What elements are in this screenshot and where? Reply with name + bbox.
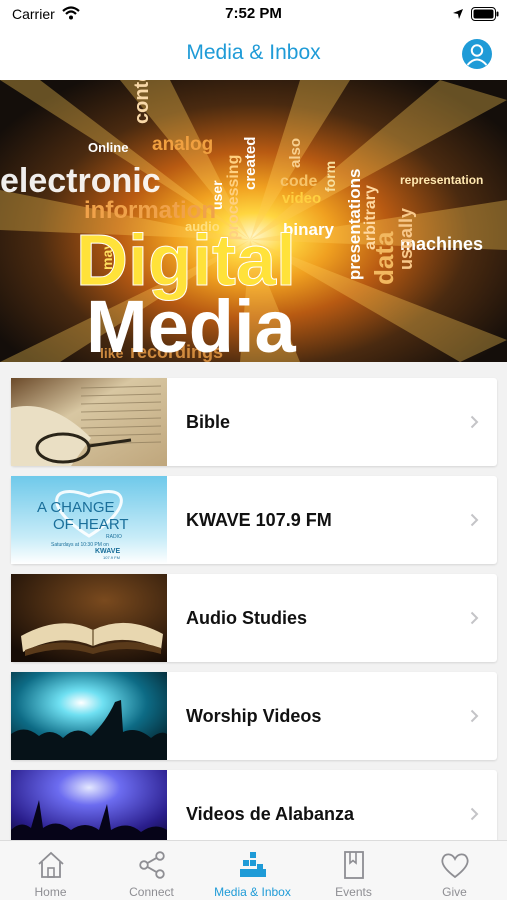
media-item-label: Videos de Alabanza: [186, 804, 355, 824]
audio-studies-thumbnail: [11, 574, 167, 662]
kwave-thumbnail: A CHANGE OF HEART RADIO Saturdays at 10:…: [11, 476, 167, 564]
thumb-text-kwave: KWAVE: [95, 548, 120, 555]
chevron-right-icon: [470, 709, 479, 728]
tab-home[interactable]: Home: [0, 841, 101, 900]
tab-events[interactable]: Events: [303, 841, 404, 900]
word-online: Online: [88, 140, 128, 155]
home-icon: [38, 851, 64, 878]
word-also: also: [287, 138, 304, 168]
word-form: form: [322, 161, 338, 192]
chevron-right-icon: [470, 415, 479, 434]
word-code: code: [280, 173, 317, 190]
tab-media-inbox[interactable]: Media & Inbox: [202, 841, 303, 900]
media-item-kwave[interactable]: A CHANGE OF HEART RADIO Saturdays at 10:…: [11, 476, 497, 564]
bookmark-book-icon: [344, 851, 364, 879]
word-usually: usually: [396, 208, 416, 270]
word-created: created: [242, 137, 259, 190]
media-item-label: KWAVE 107.9 FM: [186, 510, 332, 530]
media-item-label: Worship Videos: [186, 706, 322, 726]
tab-label: Connect: [129, 885, 174, 899]
media-item-audio-studies[interactable]: Audio Studies: [11, 574, 497, 662]
status-bar: Carrier 7:52 PM: [0, 0, 507, 30]
nav-header: Media & Inbox: [0, 30, 507, 80]
thumb-text-line1: A CHANGE: [37, 499, 115, 516]
tab-label: Events: [335, 885, 372, 899]
chevron-right-icon: [470, 807, 479, 826]
media-item-label: Bible: [186, 412, 231, 432]
word-analog: analog: [152, 134, 213, 155]
worship-videos-thumbnail: [11, 672, 167, 760]
battery-icon: [471, 7, 499, 26]
thumb-text-line2: OF HEART: [53, 516, 129, 533]
media-bars-icon: [240, 852, 266, 877]
status-time: 7:52 PM: [225, 5, 282, 22]
word-arbitrary: arbitrary: [362, 185, 379, 250]
tab-label: Give: [442, 885, 467, 899]
bible-thumbnail: [11, 378, 167, 466]
page-title: Media & Inbox: [186, 41, 321, 64]
thumb-text-freq: 107.9 FM: [103, 555, 120, 560]
location-arrow-icon: [452, 7, 464, 25]
tab-bar: Home Connect Media & Inbox Events Give: [0, 840, 507, 900]
hero-subline: Media: [86, 285, 297, 362]
tab-label: Home: [34, 885, 67, 899]
hero-banner: Online analog content electronic informa…: [0, 80, 507, 362]
thumb-text-radio: RADIO: [106, 534, 122, 540]
media-item-worship-videos[interactable]: Worship Videos: [11, 672, 497, 760]
word-representation: representation: [400, 173, 483, 187]
share-icon: [139, 851, 165, 879]
profile-button[interactable]: [462, 39, 492, 69]
word-user: user: [209, 180, 225, 210]
media-item-bible[interactable]: Bible: [11, 378, 497, 466]
digital-media-word-cloud: Online analog content electronic informa…: [0, 80, 507, 362]
word-electronic: electronic: [0, 162, 161, 200]
word-video: video: [282, 190, 321, 207]
tab-give[interactable]: Give: [404, 841, 505, 900]
heart-icon: [441, 853, 469, 879]
user-icon: [466, 44, 488, 66]
chevron-right-icon: [470, 611, 479, 630]
word-content: content: [131, 80, 153, 124]
word-presentations: presentations: [345, 169, 364, 280]
tab-label: Media & Inbox: [214, 885, 291, 899]
media-item-label: Audio Studies: [186, 608, 307, 628]
tab-connect[interactable]: Connect: [101, 841, 202, 900]
chevron-right-icon: [470, 513, 479, 532]
